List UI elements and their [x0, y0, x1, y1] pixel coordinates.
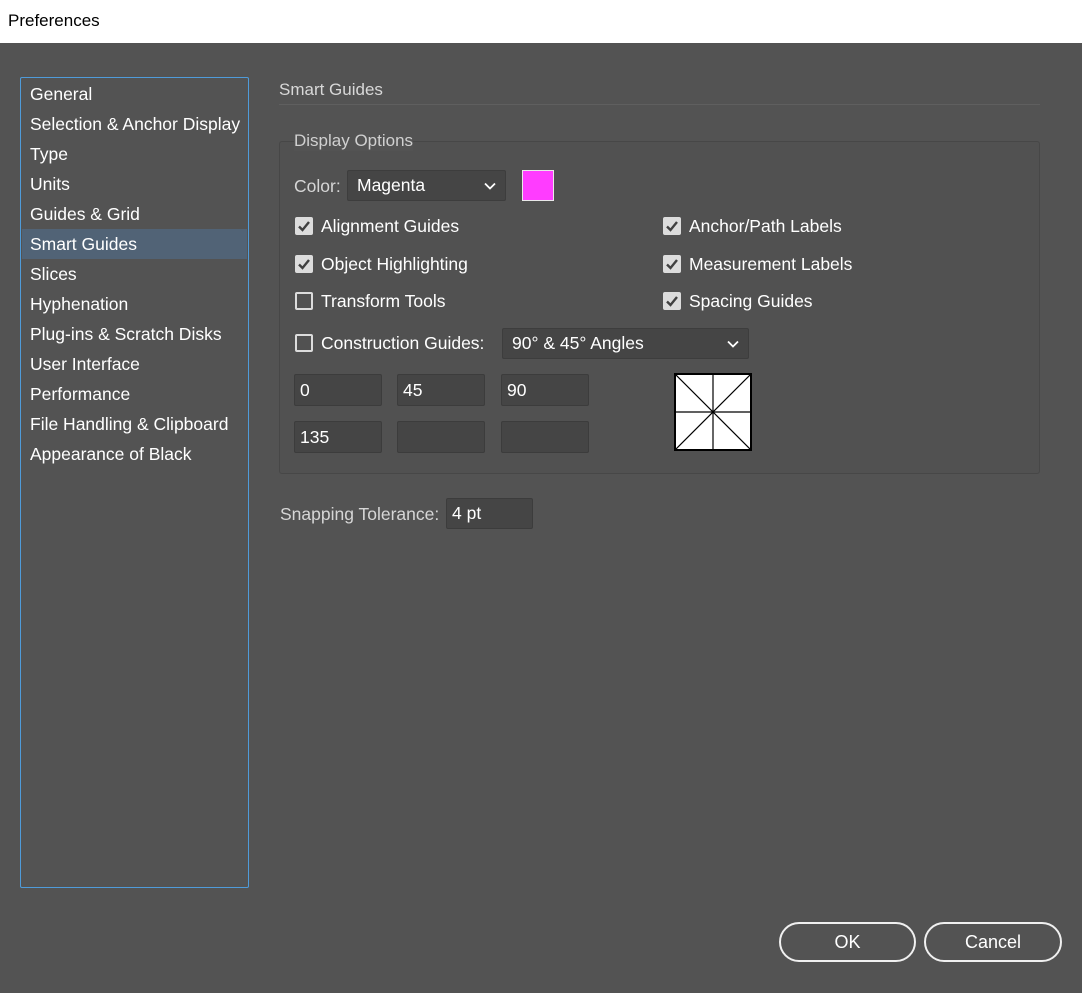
alignment-guides-label: Alignment Guides	[321, 216, 460, 236]
transform-tools-checkbox[interactable]	[295, 292, 313, 310]
transform-tools-label: Transform Tools	[321, 291, 446, 311]
construction-guides-checkbox[interactable]	[295, 334, 313, 352]
angle-field-4[interactable]: 135	[294, 421, 382, 453]
chevron-down-icon	[727, 340, 739, 348]
sidebar-item-guides-grid[interactable]: Guides & Grid	[22, 199, 247, 229]
display-options-label: Display Options	[294, 131, 414, 151]
angle-preview-lines	[676, 375, 750, 449]
angle-field-1[interactable]: 0	[294, 374, 382, 406]
sidebar-item-plugins-scratch-disks[interactable]: Plug-ins & Scratch Disks	[22, 319, 247, 349]
sidebar-item-general[interactable]: General	[22, 79, 247, 109]
color-select-value: Magenta	[357, 175, 426, 195]
checkmark-icon	[666, 296, 678, 307]
color-swatch[interactable]	[522, 170, 554, 201]
preferences-category-list[interactable]: General Selection & Anchor Display Type …	[20, 77, 249, 888]
sidebar-item-file-handling-clipboard[interactable]: File Handling & Clipboard	[22, 409, 247, 439]
spacing-guides-label: Spacing Guides	[689, 291, 813, 311]
cancel-button[interactable]: Cancel	[924, 922, 1062, 962]
angle-field-5[interactable]	[397, 421, 485, 453]
anchor-path-labels-label: Anchor/Path Labels	[689, 216, 842, 236]
color-label: Color:	[294, 176, 341, 196]
section-title: Smart Guides	[279, 80, 383, 99]
sidebar-item-slices[interactable]: Slices	[22, 259, 247, 289]
window-title: Preferences	[8, 11, 100, 30]
section-divider	[279, 104, 1040, 105]
sidebar-item-smart-guides[interactable]: Smart Guides	[22, 229, 247, 259]
spacing-guides-checkbox[interactable]	[663, 292, 681, 310]
measurement-labels-label: Measurement Labels	[689, 254, 853, 274]
checkmark-icon	[666, 221, 678, 232]
sidebar-item-selection-anchor-display[interactable]: Selection & Anchor Display	[22, 109, 247, 139]
angle-field-2[interactable]: 45	[397, 374, 485, 406]
construction-angles-value: 90° & 45° Angles	[512, 333, 644, 353]
sidebar-item-user-interface[interactable]: User Interface	[22, 349, 247, 379]
chevron-down-icon	[484, 182, 496, 190]
sidebar-item-appearance-of-black[interactable]: Appearance of Black	[22, 439, 247, 469]
checkmark-icon	[666, 259, 678, 270]
ok-button[interactable]: OK	[779, 922, 916, 962]
construction-guides-label: Construction Guides:	[321, 333, 485, 353]
anchor-path-labels-checkbox[interactable]	[663, 217, 681, 235]
construction-angles-select[interactable]: 90° & 45° Angles	[502, 328, 749, 359]
angle-field-6[interactable]	[501, 421, 589, 453]
checkmark-icon	[298, 259, 310, 270]
sidebar-item-hyphenation[interactable]: Hyphenation	[22, 289, 247, 319]
angle-preview	[674, 373, 752, 451]
color-select[interactable]: Magenta	[347, 170, 506, 201]
object-highlighting-checkbox[interactable]	[295, 255, 313, 273]
sidebar-item-units[interactable]: Units	[22, 169, 247, 199]
object-highlighting-label: Object Highlighting	[321, 254, 468, 274]
checkmark-icon	[298, 221, 310, 232]
title-bar: Preferences	[0, 0, 1082, 43]
snapping-tolerance-label: Snapping Tolerance:	[280, 504, 440, 524]
measurement-labels-checkbox[interactable]	[663, 255, 681, 273]
alignment-guides-checkbox[interactable]	[295, 217, 313, 235]
sidebar-item-performance[interactable]: Performance	[22, 379, 247, 409]
snapping-tolerance-field[interactable]: 4 pt	[446, 498, 533, 529]
angle-field-3[interactable]: 90	[501, 374, 589, 406]
sidebar-item-type[interactable]: Type	[22, 139, 247, 169]
